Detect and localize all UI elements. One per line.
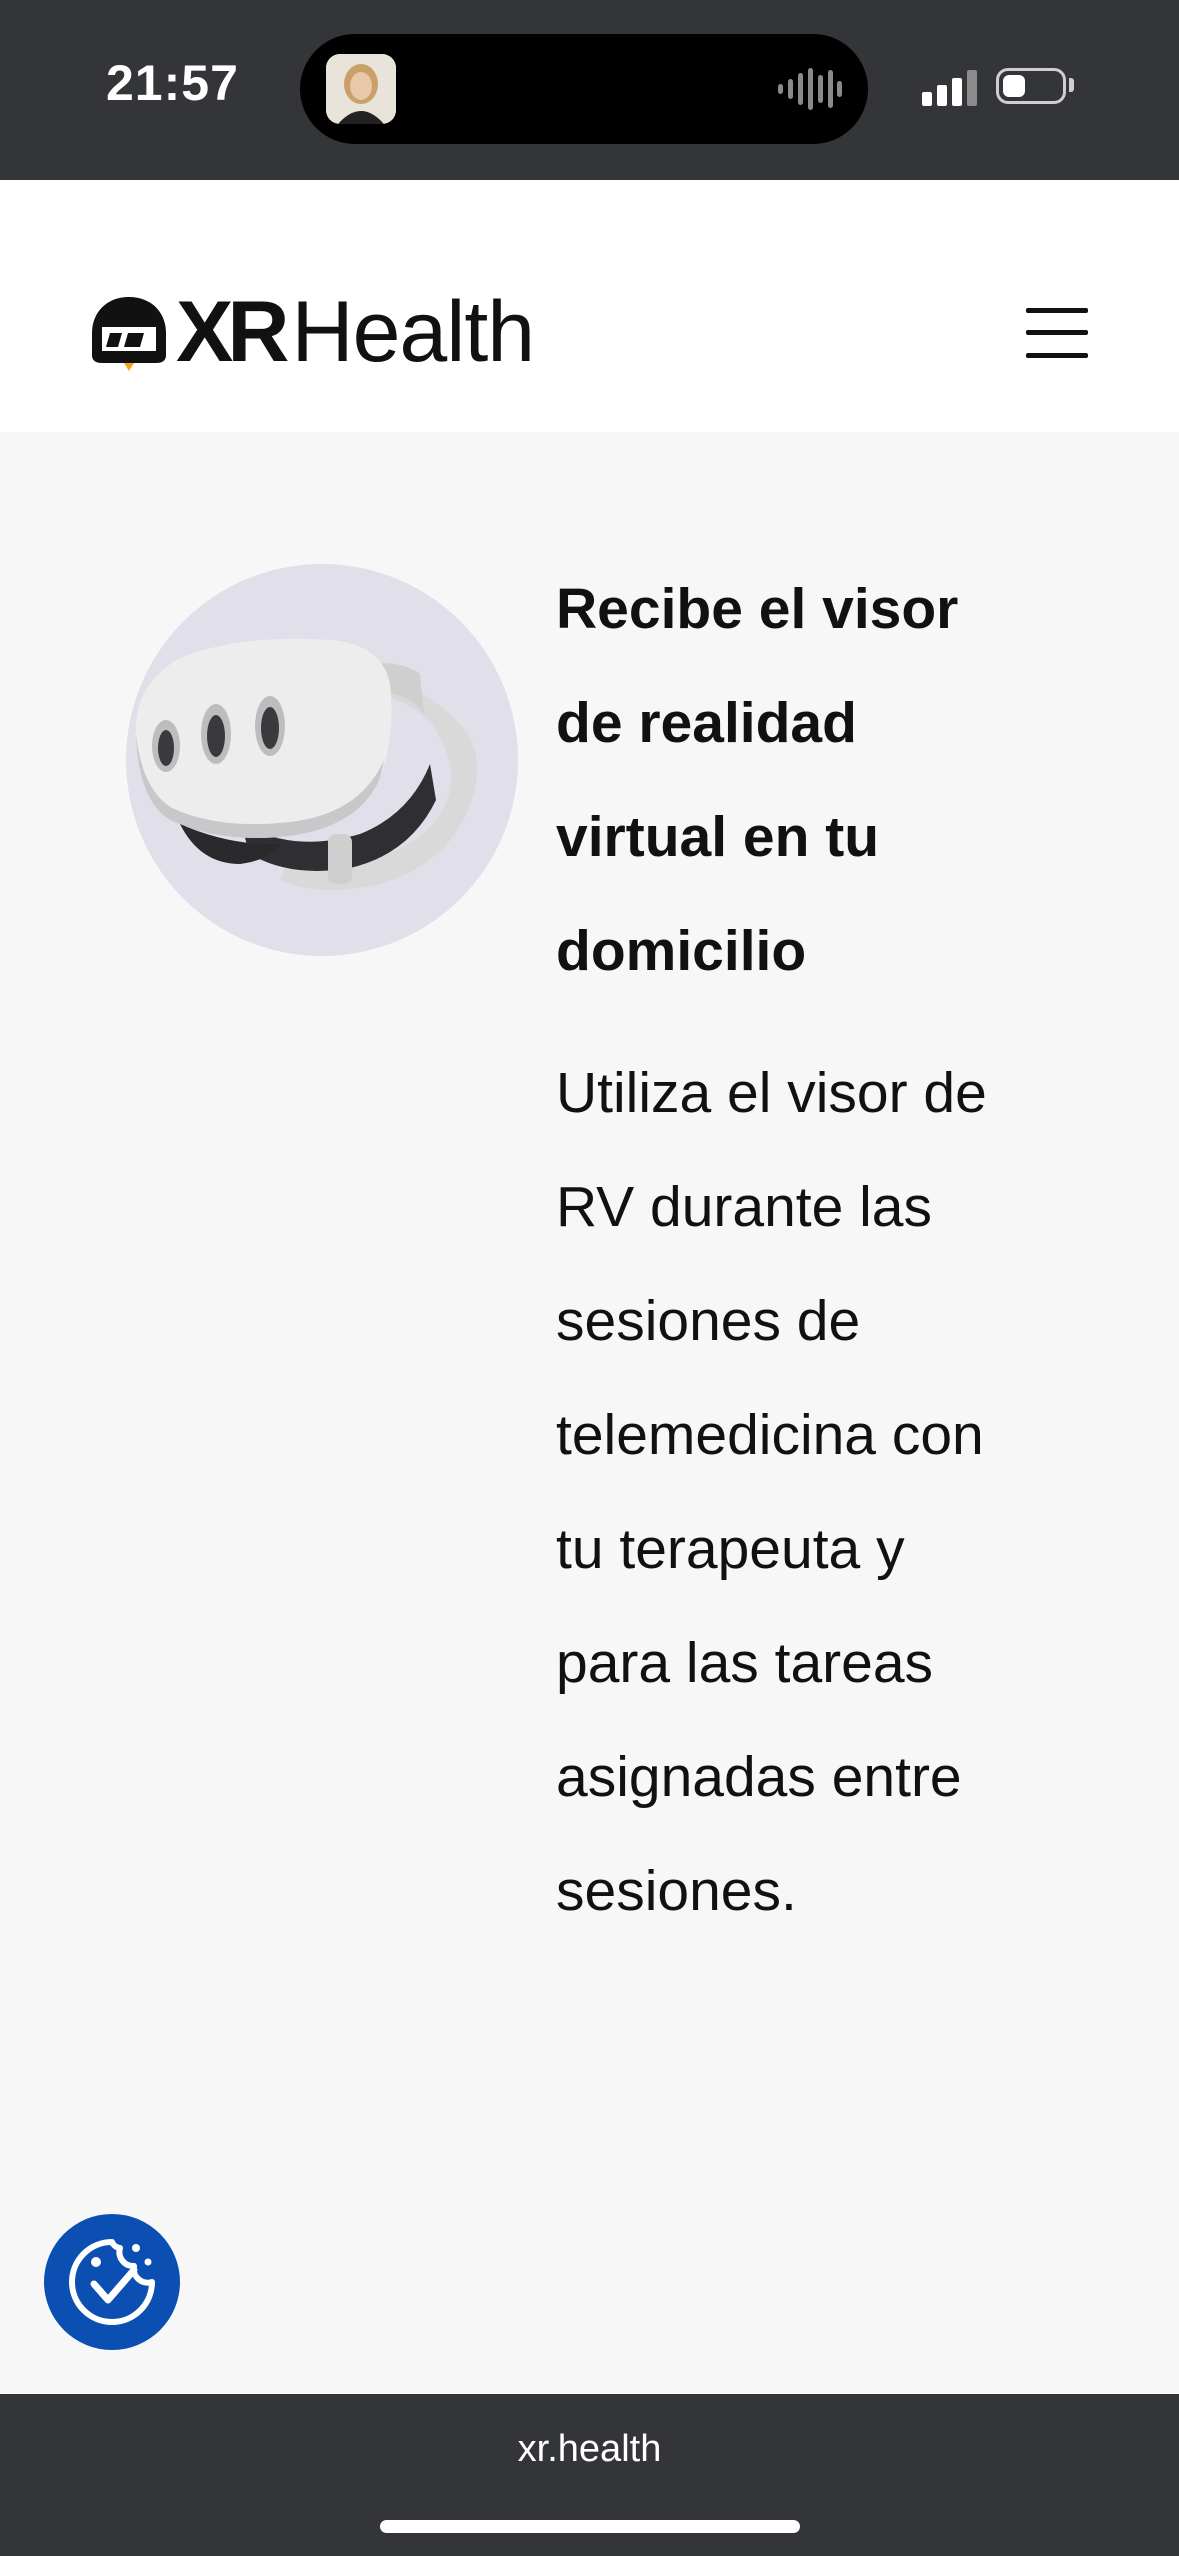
section-headline: Recibe el visor de realidad virtual en t… bbox=[556, 577, 959, 983]
cookie-consent-button[interactable] bbox=[44, 2214, 180, 2350]
battery-nub bbox=[1069, 78, 1074, 92]
audio-waveform-icon bbox=[778, 68, 842, 110]
cellular-signal-icon bbox=[922, 70, 977, 106]
now-playing-avatar bbox=[326, 54, 396, 124]
dynamic-island[interactable] bbox=[300, 34, 868, 144]
status-time: 21:57 bbox=[106, 55, 239, 111]
xrhealth-logo[interactable]: XR Health bbox=[88, 284, 535, 380]
home-indicator[interactable] bbox=[380, 2520, 800, 2533]
hamburger-menu-icon[interactable] bbox=[1026, 306, 1088, 360]
logo-text-health: Health bbox=[291, 284, 535, 380]
vr-headset-logo-icon bbox=[92, 297, 166, 371]
battery-level bbox=[1003, 75, 1025, 97]
status-bar: 21:57 bbox=[0, 0, 1179, 180]
section-body-text: Utiliza el visor de RV durante las sesio… bbox=[556, 1061, 987, 1923]
browser-address-bar: xr.health bbox=[0, 2394, 1179, 2556]
vr-headset-image bbox=[126, 564, 518, 956]
cookie-check-icon bbox=[69, 2239, 155, 2325]
logo-text-xr: XR bbox=[176, 284, 289, 380]
browser-url[interactable]: xr.health bbox=[0, 2428, 1179, 2471]
battery-icon bbox=[996, 68, 1066, 104]
